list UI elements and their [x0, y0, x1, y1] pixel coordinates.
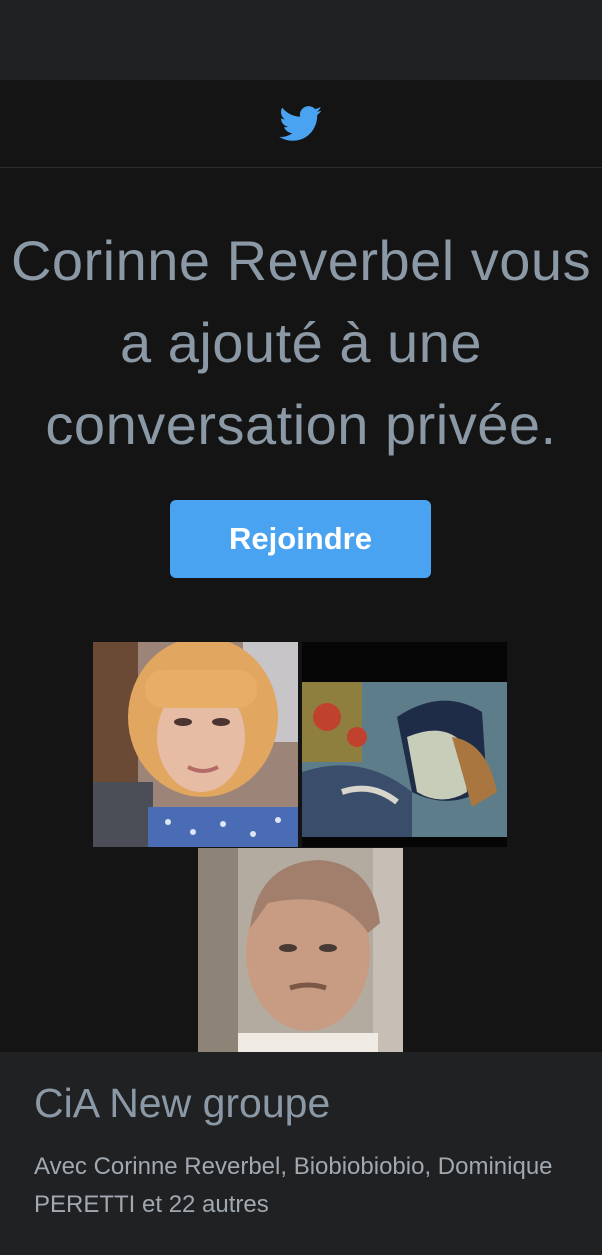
group-name: CiA New groupe — [34, 1080, 331, 1126]
avatar-corinne-reverbel — [93, 642, 298, 847]
avatar-dominique-peretti — [198, 848, 403, 1053]
invite-headline: Corinne Reverbel vous a ajouté à une con… — [10, 229, 592, 456]
join-button[interactable]: Rejoindre — [170, 500, 431, 578]
top-bar — [0, 80, 602, 168]
status-bar — [0, 0, 602, 80]
avatar-biobiobiobio — [302, 642, 507, 847]
twitter-bird-icon[interactable] — [279, 105, 323, 142]
group-members: Avec Corinne Reverbel, Biobiobiobio, Dom… — [34, 1153, 553, 1218]
